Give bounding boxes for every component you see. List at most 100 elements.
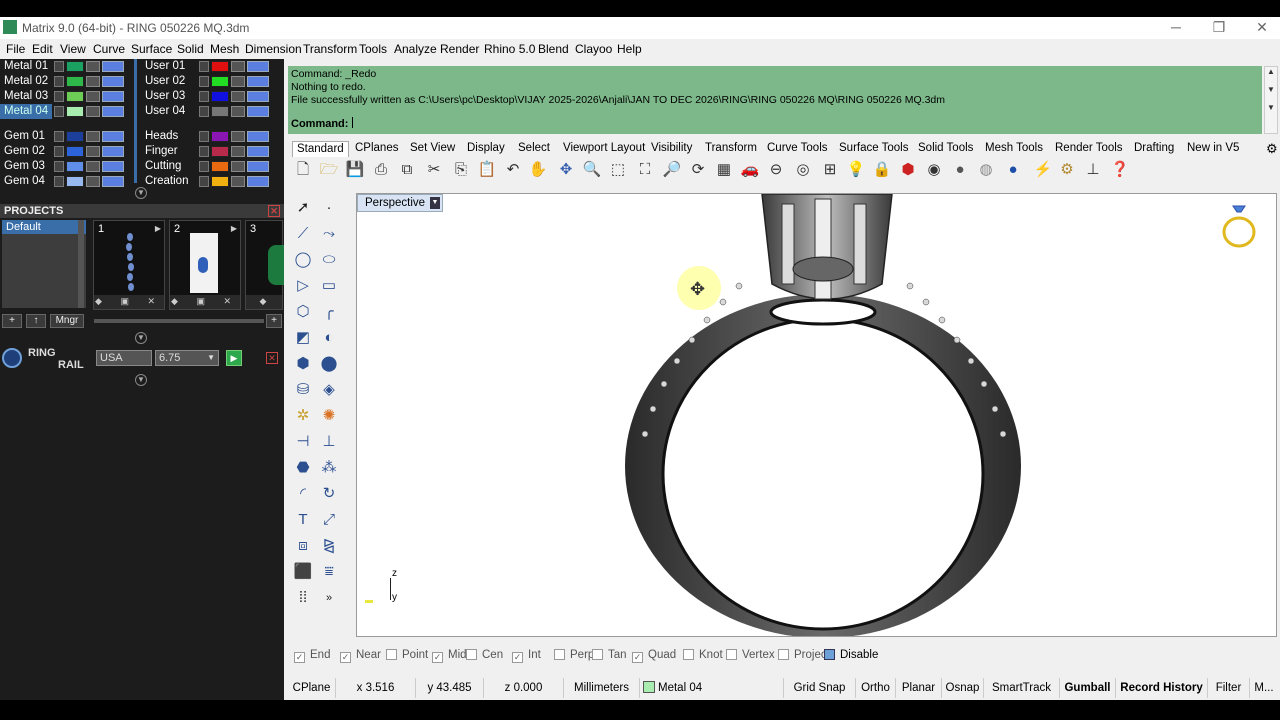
layer-visibility-toggle[interactable] xyxy=(102,106,124,117)
projects-collapse[interactable]: ▼ xyxy=(0,332,284,344)
layer-visibility-toggle[interactable] xyxy=(102,161,124,172)
tab-surface-tools[interactable]: Surface Tools xyxy=(835,141,912,157)
project-list[interactable]: Default xyxy=(2,220,86,308)
tabs-settings-icon[interactable]: ⚙ xyxy=(1262,141,1280,157)
ring-collapse[interactable]: ▼ xyxy=(0,374,284,386)
planar-toggle[interactable]: Planar xyxy=(896,678,942,698)
expand-arrow-icon[interactable] xyxy=(199,161,209,172)
layer-color-swatch[interactable] xyxy=(211,106,229,117)
zoom-extents-icon[interactable]: ⛶ xyxy=(635,160,655,180)
copy-icon[interactable]: ⎘ xyxy=(451,160,471,180)
osnap-vertex[interactable]: Vertex xyxy=(726,647,775,663)
checkbox-icon[interactable] xyxy=(386,649,397,660)
add-project-button[interactable]: + xyxy=(2,314,22,328)
tab-drafting[interactable]: Drafting xyxy=(1130,141,1178,157)
layer-row[interactable]: Metal 03 xyxy=(0,89,140,104)
checkbox-icon[interactable]: ✓ xyxy=(432,652,443,663)
thumb-tools[interactable]: ◆ xyxy=(246,295,282,309)
osnap-int[interactable]: ✓ Int xyxy=(512,647,541,663)
undo-icon[interactable]: ↶ xyxy=(503,160,523,180)
layer-row[interactable]: User 03 xyxy=(141,89,281,104)
zoom-selected-icon[interactable]: 🔎 xyxy=(662,160,682,180)
scale-icon[interactable]: ⤢ xyxy=(318,509,340,531)
checkbox-icon[interactable] xyxy=(726,649,737,660)
tab-visibility[interactable]: Visibility xyxy=(647,141,696,157)
flash-icon[interactable]: ⚡ xyxy=(1033,160,1053,180)
box-icon[interactable]: ⬢ xyxy=(292,353,314,375)
layer-name[interactable]: User 01 xyxy=(141,59,197,74)
project-thumb-3[interactable]: 3 ◆ xyxy=(245,220,284,310)
expand-arrow-icon[interactable] xyxy=(199,176,209,187)
rectangle-icon[interactable]: ▭ xyxy=(318,275,340,297)
print-icon[interactable]: ⎙ xyxy=(371,160,391,180)
lock-icon[interactable] xyxy=(231,146,245,157)
rendered-icon[interactable]: ● xyxy=(1003,160,1023,180)
more-tools-icon[interactable]: » xyxy=(318,587,340,609)
apply-button[interactable]: ▶ xyxy=(226,350,242,366)
minimize-button[interactable]: ─ xyxy=(1154,17,1198,39)
osnap-knot[interactable]: Knot xyxy=(683,647,723,663)
ring-size-select[interactable]: 6.75 ▼ xyxy=(155,350,219,366)
four-view-icon[interactable]: ▦ xyxy=(714,160,734,180)
tab-set-view[interactable]: Set View xyxy=(406,141,459,157)
paste-icon[interactable]: 📋 xyxy=(477,160,497,180)
expand-arrow-icon[interactable] xyxy=(199,146,209,157)
layer-visibility-toggle[interactable] xyxy=(247,146,269,157)
layer-color-swatch[interactable] xyxy=(66,106,84,117)
arc-icon[interactable]: ◜ xyxy=(292,483,314,505)
zoom-icon[interactable]: 🔍 xyxy=(582,160,602,180)
checkbox-icon[interactable]: ✓ xyxy=(632,652,643,663)
solid-box-icon[interactable]: ⬛ xyxy=(292,561,314,583)
trim-icon[interactable]: ⊣ xyxy=(292,431,314,453)
checkbox-icon[interactable]: ✓ xyxy=(294,652,305,663)
checkbox-icon[interactable] xyxy=(824,649,835,660)
expand-arrow-icon[interactable] xyxy=(54,76,64,87)
layer-name[interactable]: Metal 04 xyxy=(0,104,52,119)
layer-color-swatch[interactable] xyxy=(66,161,84,172)
gear-icon[interactable]: ⚙ xyxy=(1057,160,1077,180)
layer-visibility-toggle[interactable] xyxy=(102,176,124,187)
polygon-icon[interactable]: ▷ xyxy=(292,275,314,297)
layer-visibility-toggle[interactable] xyxy=(247,131,269,142)
curve-icon[interactable]: ⤳ xyxy=(318,223,340,245)
layer-name[interactable]: User 03 xyxy=(141,89,197,104)
lock-icon[interactable] xyxy=(231,131,245,142)
lock-icon[interactable] xyxy=(86,76,100,87)
expand-arrow-icon[interactable] xyxy=(54,146,64,157)
menu-solid[interactable]: Solid xyxy=(177,42,204,56)
projects-close-icon[interactable]: ✕ xyxy=(268,205,280,217)
layer-row[interactable]: Cutting xyxy=(141,159,281,174)
thumb-tools[interactable]: ◆ ▣ ✕ xyxy=(94,295,164,309)
tab-mesh-tools[interactable]: Mesh Tools xyxy=(981,141,1047,157)
mesh-icon[interactable]: ◈ xyxy=(318,379,340,401)
expand-arrow-icon[interactable] xyxy=(54,131,64,142)
close-button[interactable]: ✕ xyxy=(1240,17,1280,39)
osnap-disable[interactable]: Disable xyxy=(824,647,878,663)
expand-arrow-icon[interactable] xyxy=(54,161,64,172)
osnap-toggle[interactable]: Osnap xyxy=(942,678,984,698)
menu-dimension[interactable]: Dimension xyxy=(245,42,302,56)
boolean-icon[interactable]: ✲ xyxy=(292,405,314,427)
menu-surface[interactable]: Surface xyxy=(131,42,172,56)
layer-name[interactable]: Gem 03 xyxy=(0,159,52,174)
expand-arrow-icon[interactable] xyxy=(199,131,209,142)
layer-row[interactable]: Gem 03 xyxy=(0,159,140,174)
ring-close-icon[interactable]: ✕ xyxy=(266,352,278,364)
cylinder-icon[interactable]: ⊖ xyxy=(766,160,786,180)
osnap-perp[interactable]: Perp xyxy=(554,647,594,663)
project-list-scrollbar[interactable] xyxy=(78,220,84,308)
checkbox-icon[interactable] xyxy=(683,649,694,660)
play-icon[interactable]: ▶ xyxy=(231,224,237,233)
status-layer[interactable]: Metal 04 xyxy=(640,678,784,698)
menu-help[interactable]: Help xyxy=(617,42,642,56)
layer-panel-collapse[interactable]: ▼ xyxy=(0,187,284,199)
layer-color-swatch[interactable] xyxy=(211,176,229,187)
sphere-tool-icon[interactable]: ⬤ xyxy=(318,353,340,375)
revolve-icon[interactable]: ◐ xyxy=(318,327,340,349)
layer-color-swatch[interactable] xyxy=(211,61,229,72)
expand-arrow-icon[interactable] xyxy=(199,61,209,72)
save-icon[interactable]: 💾 xyxy=(345,160,365,180)
tab-cplanes[interactable]: CPlanes xyxy=(351,141,402,157)
checkbox-icon[interactable] xyxy=(778,649,789,660)
dimension-icon[interactable]: ⊥ xyxy=(1083,160,1103,180)
